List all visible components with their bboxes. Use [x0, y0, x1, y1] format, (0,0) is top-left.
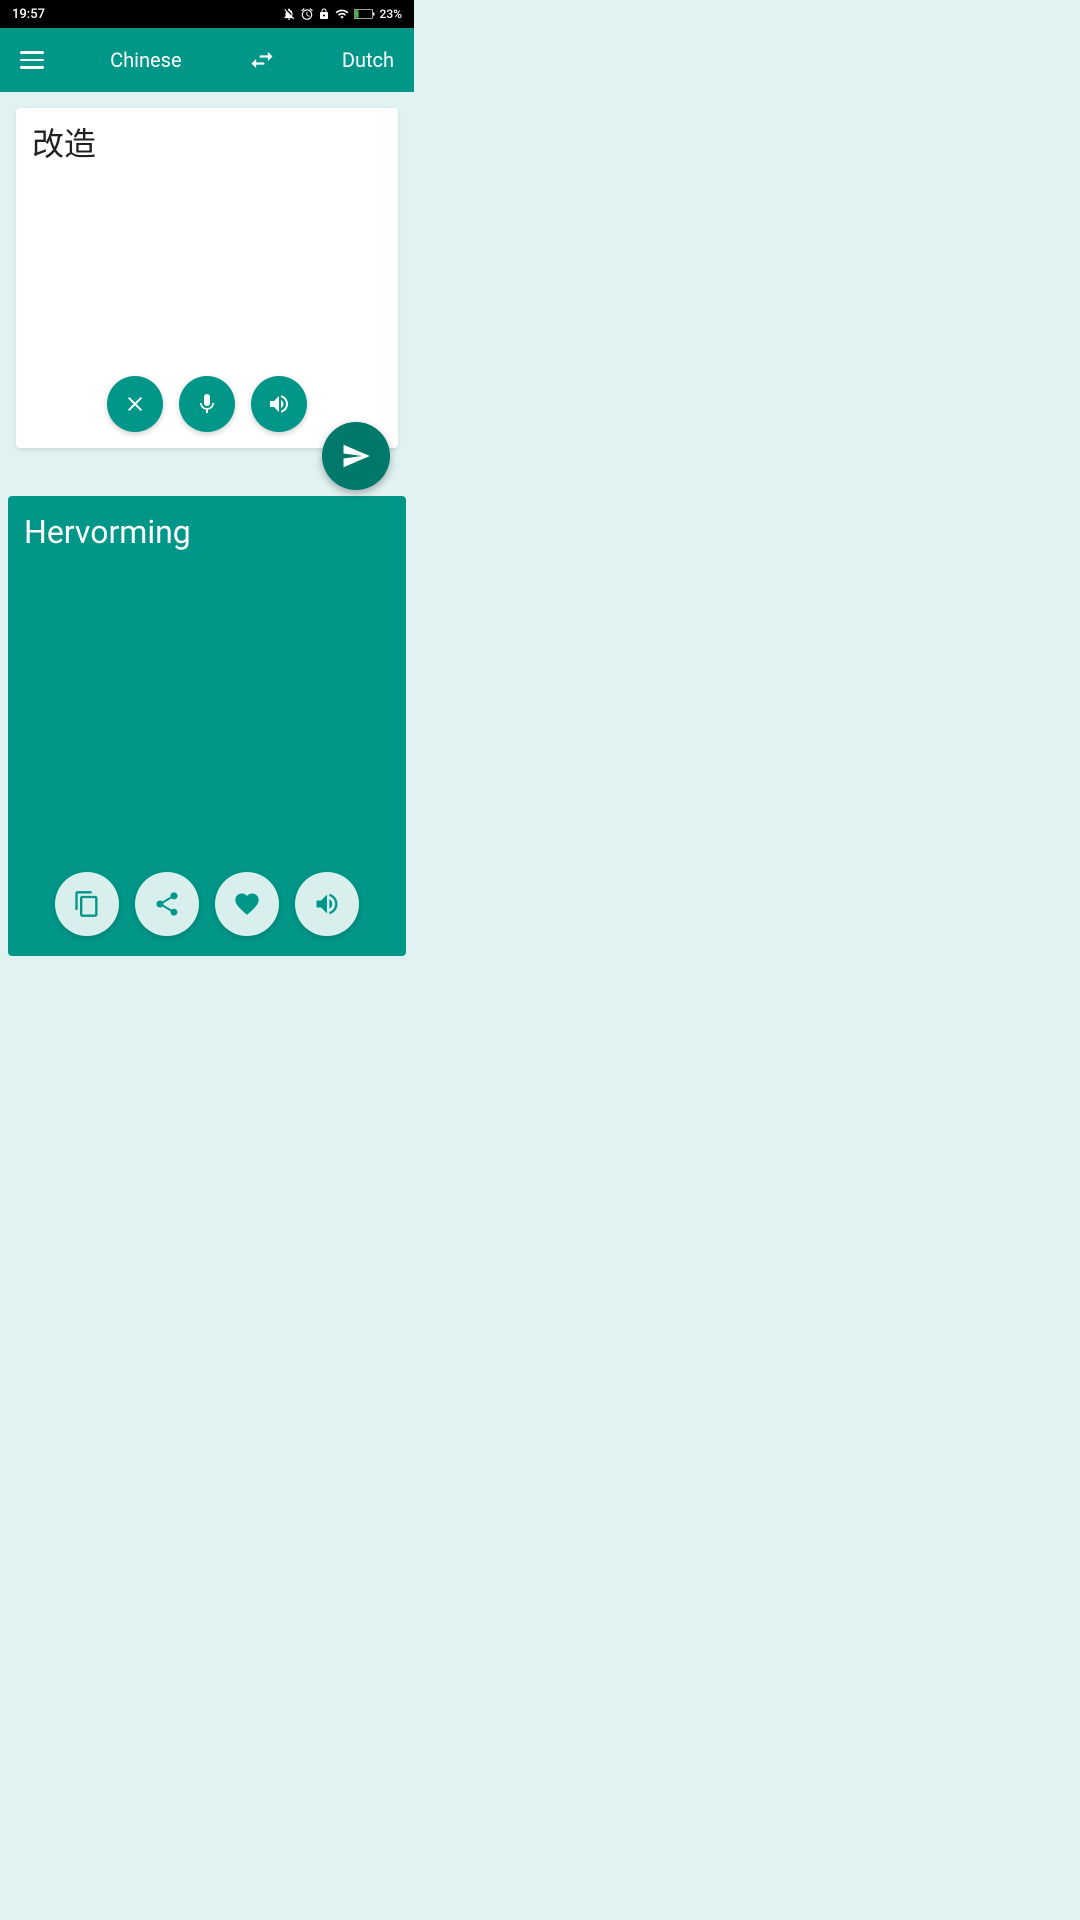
share-button[interactable]: [135, 872, 199, 936]
target-language[interactable]: Dutch: [342, 48, 394, 72]
alarm-icon: [300, 7, 314, 21]
input-panel[interactable]: 改造: [16, 108, 398, 448]
signal-icon: [334, 7, 350, 21]
send-icon: [341, 441, 371, 471]
favorite-button[interactable]: [215, 872, 279, 936]
microphone-icon: [195, 392, 219, 416]
heart-icon: [233, 890, 261, 918]
status-time: 19:57: [12, 7, 45, 22]
copy-icon: [73, 890, 101, 918]
panels-container: 改造: [0, 92, 414, 964]
menu-button[interactable]: [20, 51, 44, 69]
close-icon: [123, 392, 147, 416]
share-icon: [153, 890, 181, 918]
copy-button[interactable]: [55, 872, 119, 936]
volume-output-icon: [313, 890, 341, 918]
header: Chinese Dutch: [0, 28, 414, 92]
input-panel-wrapper: 改造: [8, 100, 406, 456]
speak-output-button[interactable]: [295, 872, 359, 936]
output-actions: [55, 872, 359, 936]
notification-icon: [282, 7, 296, 21]
input-text[interactable]: 改造: [32, 124, 382, 166]
status-bar: 19:57 23%: [0, 0, 414, 28]
battery-percent: 23%: [380, 7, 402, 21]
lock-icon: [318, 7, 330, 21]
speak-input-button[interactable]: [251, 376, 307, 432]
volume-icon: [267, 392, 291, 416]
output-text: Hervorming: [24, 512, 390, 554]
source-language[interactable]: Chinese: [110, 48, 181, 72]
input-actions: [107, 376, 307, 432]
output-panel: Hervorming: [8, 496, 406, 956]
translate-button[interactable]: [322, 422, 390, 490]
swap-languages-button[interactable]: [248, 46, 276, 74]
battery-icon: [354, 8, 376, 20]
swap-icon: [248, 46, 276, 74]
status-icons: 23%: [282, 7, 402, 21]
microphone-button[interactable]: [179, 376, 235, 432]
clear-button[interactable]: [107, 376, 163, 432]
